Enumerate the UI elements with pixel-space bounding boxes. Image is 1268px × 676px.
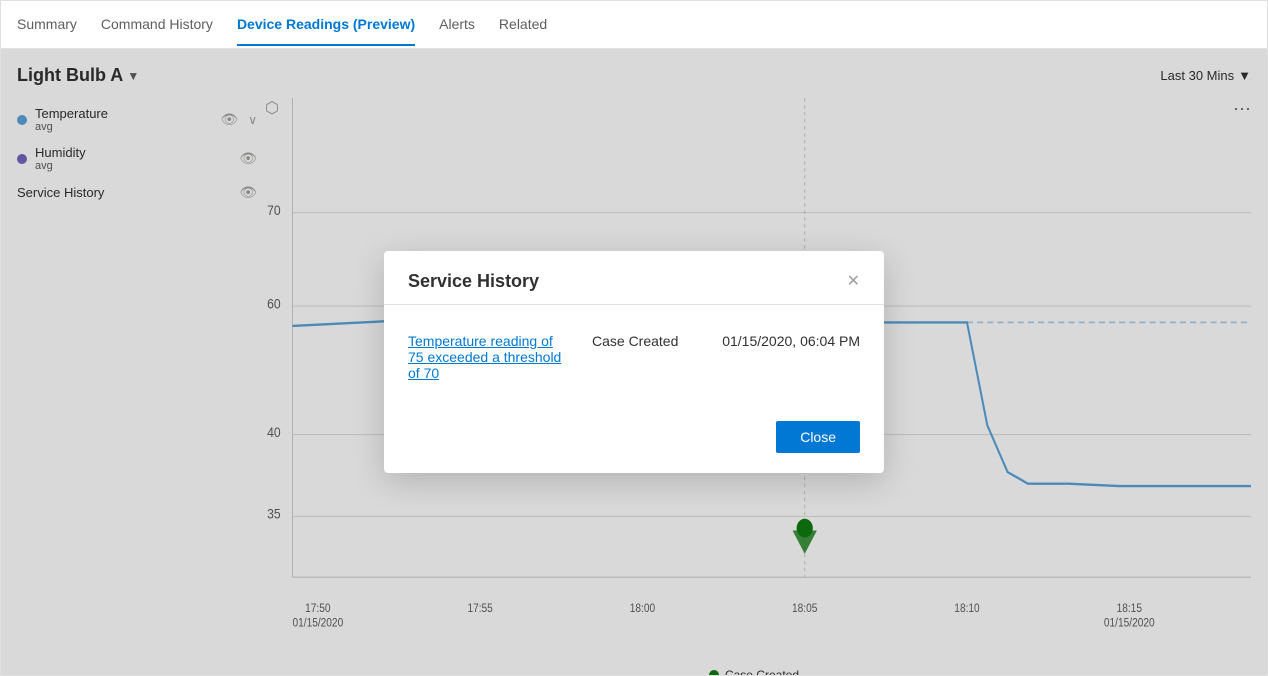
service-history-modal: Service History ✕ Temperature reading of… <box>384 251 884 473</box>
service-history-link[interactable]: Temperature reading of 75 exceeded a thr… <box>408 333 568 381</box>
modal-overlay: Service History ✕ Temperature reading of… <box>1 49 1267 675</box>
tab-related[interactable]: Related <box>499 4 547 46</box>
tab-bar: Summary Command History Device Readings … <box>1 1 1267 49</box>
app-container: Summary Command History Device Readings … <box>0 0 1268 676</box>
tab-alerts[interactable]: Alerts <box>439 4 475 46</box>
tab-device-readings[interactable]: Device Readings (Preview) <box>237 4 415 46</box>
modal-status: Case Created <box>592 333 698 349</box>
modal-close-action-button[interactable]: Close <box>776 421 860 453</box>
modal-row: Temperature reading of 75 exceeded a thr… <box>408 325 860 389</box>
modal-close-button[interactable]: ✕ <box>847 274 860 290</box>
tab-summary[interactable]: Summary <box>17 4 77 46</box>
modal-date: 01/15/2020, 06:04 PM <box>722 333 860 349</box>
modal-body: Temperature reading of 75 exceeded a thr… <box>384 305 884 409</box>
modal-footer: Close <box>384 409 884 473</box>
main-content: Light Bulb A ▼ Last 30 Mins ▼ Temperatur… <box>1 49 1267 675</box>
modal-title: Service History <box>408 271 539 292</box>
modal-header: Service History ✕ <box>384 251 884 305</box>
tab-command-history[interactable]: Command History <box>101 4 213 46</box>
